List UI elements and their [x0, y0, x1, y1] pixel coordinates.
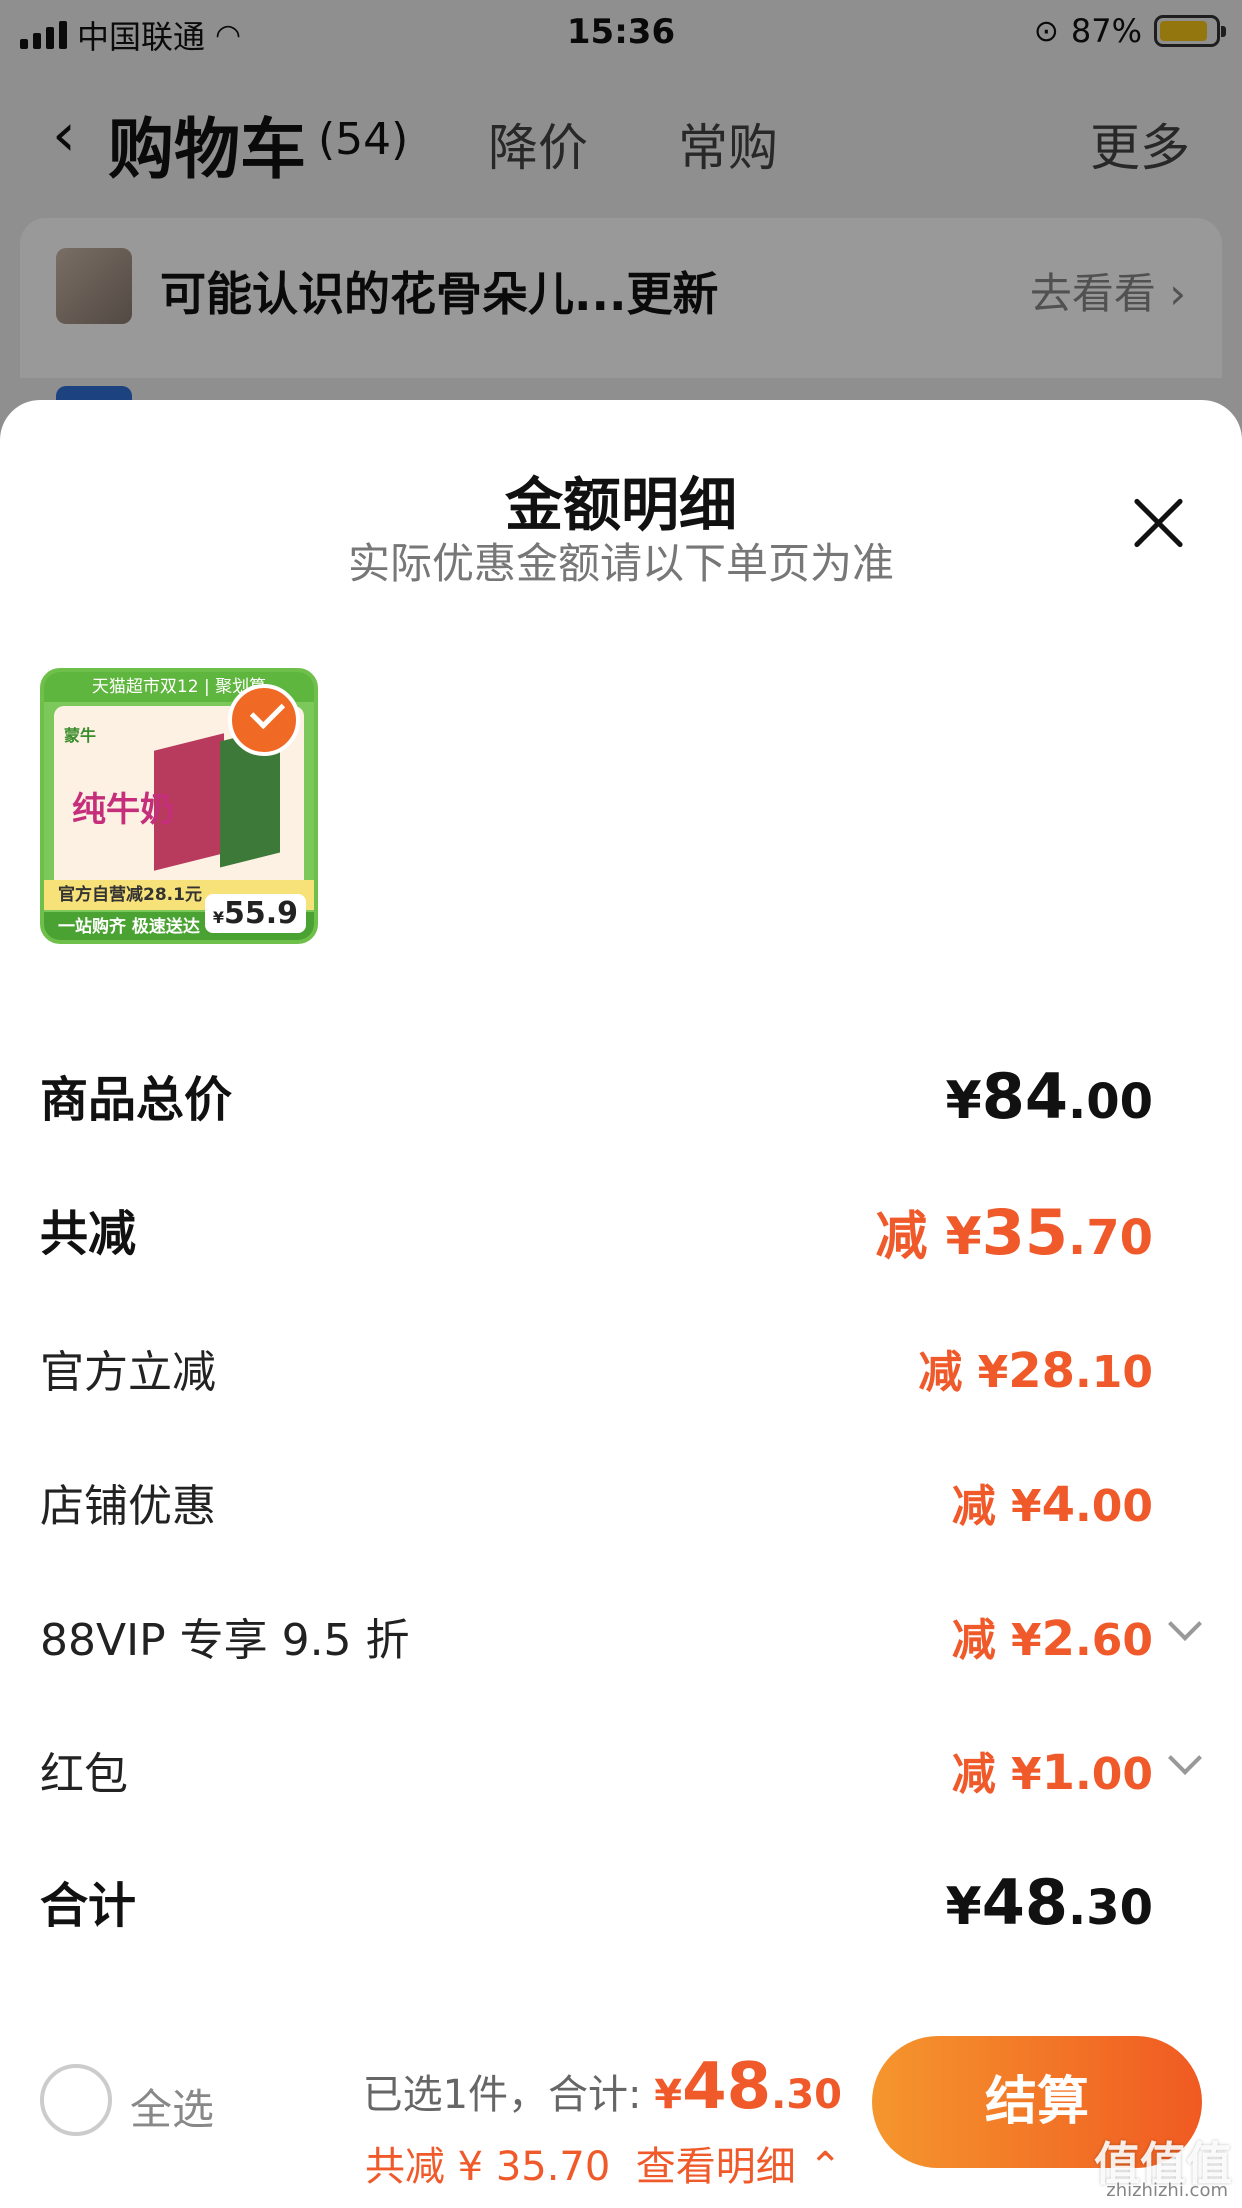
selected-summary: 已选1件，合计: ¥48.30: [362, 2050, 842, 2124]
product-price: ¥55.9: [204, 894, 306, 933]
watermark-url: zhizhizhi.com: [1106, 2180, 1228, 2201]
total-discount-value: 减 ¥35.70: [875, 1196, 1153, 1269]
red-packet-value: 减 ¥1.00: [952, 1738, 1202, 1802]
official-discount-value: 减 ¥28.10: [918, 1343, 1153, 1399]
shop-discount-value: 减 ¥4.00: [951, 1477, 1153, 1533]
select-all-label[interactable]: 全选: [130, 2076, 214, 2137]
sheet-subtitle: 实际优惠金额请以下单页为准: [347, 539, 894, 588]
sum-value: ¥48.30: [945, 1866, 1154, 1939]
chevron-down-icon[interactable]: [1168, 1607, 1202, 1641]
close-icon[interactable]: [1132, 496, 1186, 550]
select-all-radio[interactable]: [40, 2064, 112, 2136]
check-icon[interactable]: [228, 684, 300, 756]
product-name: 纯牛奶: [72, 790, 174, 830]
vip-discount-value: 减 ¥2.60: [952, 1604, 1202, 1668]
view-detail-link[interactable]: 查看明细: [636, 2144, 796, 2190]
total-price-value: ¥84.00: [945, 1060, 1154, 1133]
product-brand: 蒙牛: [64, 726, 97, 745]
amount-detail-sheet: 金额明细 实际优惠金额请以下单页为准 天猫超市双12 | 聚划算 蒙牛 纯牛奶 …: [0, 400, 1242, 2208]
chevron-down-icon[interactable]: [1168, 1741, 1202, 1775]
checkout-bar: 全选 已选1件，合计: ¥48.30 共减 ¥ 35.70 查看明细 ⌃ 结算 …: [0, 2020, 1242, 2208]
discount-summary[interactable]: 共减 ¥ 35.70 查看明细 ⌃: [365, 2134, 842, 2192]
bottom-total: ¥48.30: [654, 2050, 842, 2124]
chevron-up-icon[interactable]: ⌃: [808, 2144, 842, 2190]
